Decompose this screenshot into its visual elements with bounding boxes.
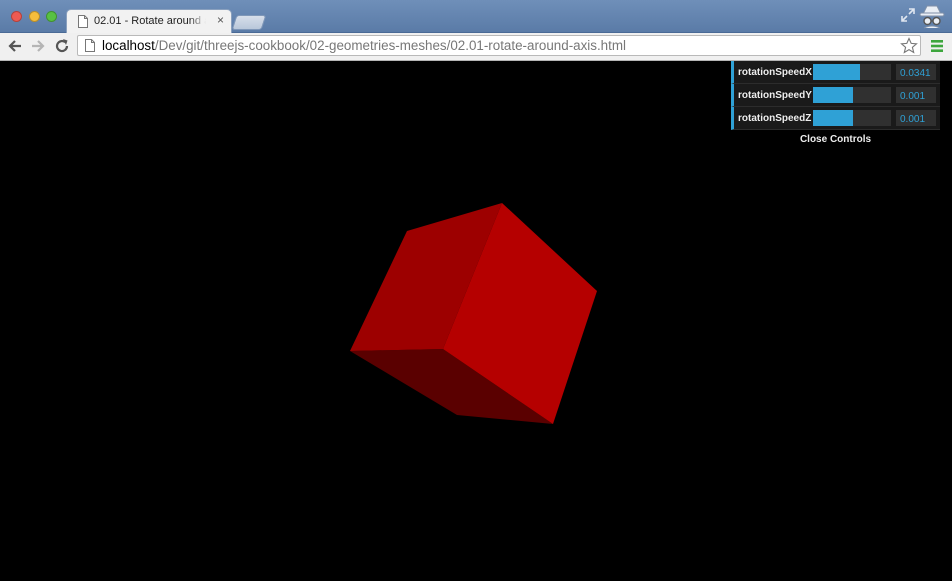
fullscreen-icon[interactable] (900, 7, 916, 23)
address-bar[interactable]: localhost/Dev/git/threejs-cookbook/02-ge… (77, 35, 921, 56)
page-icon (78, 15, 88, 28)
tab-close-icon[interactable]: × (217, 13, 224, 27)
control-row-rotation-speed-y: rotationSpeedY (731, 84, 940, 107)
new-tab-button[interactable] (231, 15, 267, 30)
slider-fill (813, 87, 853, 103)
slider-rotation-speed-z[interactable] (813, 110, 891, 126)
url-host: localhost (102, 38, 155, 53)
window-titlebar: 02.01 - Rotate around axis × (0, 0, 952, 33)
close-controls-button[interactable]: Close Controls (731, 130, 940, 150)
browser-tab-active[interactable]: 02.01 - Rotate around axis × (66, 9, 232, 33)
close-window-button[interactable] (11, 11, 22, 22)
incognito-icon (919, 5, 945, 29)
value-input-rotation-speed-y[interactable] (896, 87, 936, 103)
control-label: rotationSpeedY (738, 90, 812, 101)
maximize-window-button[interactable] (46, 11, 57, 22)
control-label: rotationSpeedZ (738, 113, 812, 124)
reload-icon[interactable] (53, 37, 71, 55)
controls-panel: rotationSpeedX rotationSpeedY rotationSp… (731, 61, 940, 150)
browser-toolbar: localhost/Dev/git/threejs-cookbook/02-ge… (0, 33, 952, 61)
url-path: /Dev/git/threejs-cookbook/02-geometries-… (154, 38, 626, 53)
control-label: rotationSpeedX (738, 67, 812, 78)
value-input-rotation-speed-x[interactable] (896, 64, 936, 80)
star-icon[interactable] (900, 37, 918, 55)
menu-icon[interactable] (930, 39, 944, 53)
value-input-rotation-speed-z[interactable] (896, 110, 936, 126)
minimize-window-button[interactable] (29, 11, 40, 22)
tab-title: 02.01 - Rotate around axis (94, 15, 206, 27)
page-icon (85, 39, 95, 52)
slider-fill (813, 64, 860, 80)
url-text[interactable]: localhost/Dev/git/threejs-cookbook/02-ge… (102, 38, 626, 53)
control-row-rotation-speed-z: rotationSpeedZ (731, 107, 940, 130)
back-arrow-icon[interactable] (6, 37, 24, 55)
forward-arrow-icon[interactable] (29, 37, 47, 55)
slider-fill (813, 110, 853, 126)
slider-rotation-speed-x[interactable] (813, 64, 891, 80)
control-row-rotation-speed-x: rotationSpeedX (731, 61, 940, 84)
slider-rotation-speed-y[interactable] (813, 87, 891, 103)
